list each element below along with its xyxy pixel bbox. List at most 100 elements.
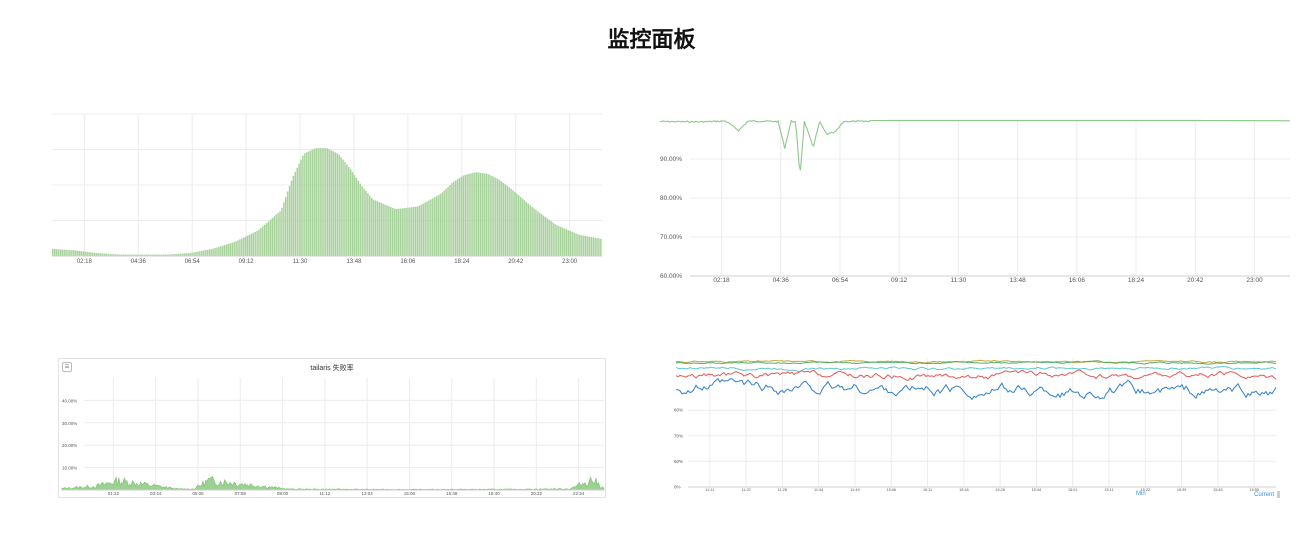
x-tick-label: 15:01 [1068,488,1078,492]
bar [426,201,428,256]
bar [498,180,501,256]
bar [357,180,360,256]
legend-current[interactable]: Current [1254,491,1281,499]
bar [372,199,375,256]
bar [382,203,384,256]
bar [502,182,505,256]
bar [233,242,235,256]
bar [474,172,476,256]
bar [359,183,361,256]
x-tick-label: 11:34 [814,488,823,492]
bar [538,212,541,256]
bar [296,167,298,256]
bar [262,226,264,256]
bar [210,249,213,256]
bar [212,248,214,256]
bar [432,198,434,256]
bar [391,207,394,256]
x-tick-label: 15:18 [959,488,969,492]
bar [59,249,62,256]
bar [500,181,503,256]
bar [412,206,415,256]
traffic-bar-chart: 02:18 04:36 06:54 09:12 11:30 13:48 16:06 18:24… [52,113,602,265]
bar [92,252,94,256]
y-tick-label: 70% [674,433,683,438]
bar [441,192,444,256]
bar [216,247,218,256]
bar [191,252,193,256]
bar [577,234,579,256]
x-tick-label: 09:12 [891,277,908,284]
x-tick-label: 11:49 [850,488,859,492]
bar [506,185,509,256]
bar [235,241,237,256]
x-tick-label: 15:39 [1177,488,1187,492]
chart-title: tailaris 失败率 [310,365,354,372]
bar [540,214,543,256]
y-tick-label: 80.00% [660,195,682,202]
bar [302,155,304,256]
bar [214,248,216,256]
bar [579,234,581,256]
x-tick-label: 15:06 [887,488,897,492]
bar [510,188,512,256]
bar [395,209,398,256]
bar [80,251,83,256]
legend-min[interactable]: Min [1136,491,1146,497]
bar [71,250,73,256]
bar [374,200,377,256]
bar [456,179,459,256]
bar [338,154,340,256]
x-tick-label: 11:30 [293,259,308,265]
x-tick-label: 18:24 [454,259,470,265]
bar [565,229,568,256]
legend-current-label: Current [1254,492,1275,499]
x-tick-label: 23:00 [1246,277,1263,284]
bar [61,249,64,256]
bar [197,251,199,256]
bar [496,178,499,256]
bar [195,251,197,256]
bar [517,195,520,256]
bar [472,172,474,256]
bar [313,148,316,256]
bar [221,245,224,256]
bar [504,184,507,256]
bar [348,166,350,256]
bar [428,200,430,256]
bar [256,230,258,256]
bar [239,239,241,256]
bar [367,193,369,256]
bar [53,249,56,256]
bar [225,244,228,256]
x-tick-label: 11:22 [741,488,750,492]
bar [525,201,528,256]
y-tick-label: 60% [674,459,683,464]
bar [554,224,556,256]
x-tick-label: 06:54 [832,277,849,284]
bar [346,164,348,256]
bar [304,153,306,256]
bar [353,175,356,256]
bar [409,207,411,256]
bar [487,174,489,256]
bar [305,152,308,256]
bar [237,240,239,256]
bar [462,175,465,256]
bar [218,246,220,256]
bar [537,211,539,256]
bar [277,213,279,256]
bar [586,236,589,256]
bar [323,148,325,256]
x-tick-label: 11:28 [778,488,787,492]
x-tick-label: 15:28 [995,488,1005,492]
bar [575,233,577,256]
bar [334,152,337,256]
x-tick-label: 02:18 [713,277,730,284]
bar [561,227,564,256]
bar [321,148,323,256]
bar [328,149,331,256]
x-tick-label: 20:42 [1187,277,1204,284]
bar [355,177,358,256]
x-tick-label: 15:11 [923,488,932,492]
